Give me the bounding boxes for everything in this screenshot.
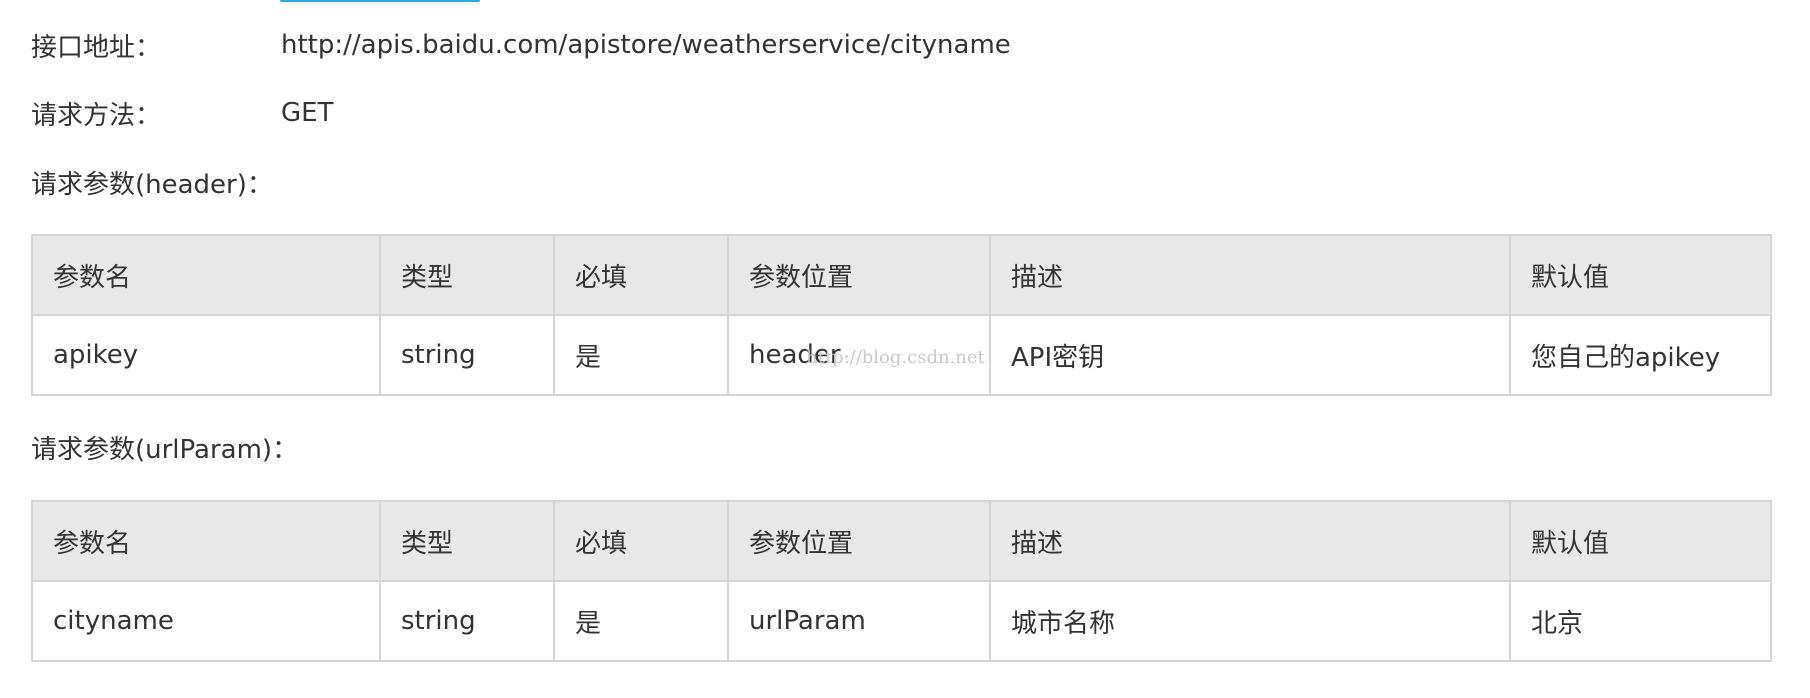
column-header-name: 参数名: [31, 234, 381, 316]
urlparam-params-table: 参数名 类型 必填 参数位置 描述 默认值 cityname string 是 …: [31, 500, 1772, 662]
cell-param-description: 城市名称: [989, 580, 1511, 662]
cell-param-default: 北京: [1509, 580, 1772, 662]
endpoint-row: 接口地址： http://apis.baidu.com/apistore/wea…: [31, 25, 1011, 65]
cell-param-location: header: [727, 314, 991, 396]
table-row: apikey string 是 header API密钥 您自己的apikey: [31, 314, 1772, 396]
column-header-description: 描述: [989, 500, 1511, 582]
column-header-location: 参数位置: [727, 234, 991, 316]
urlparam-params-title: 请求参数(urlParam)：: [31, 435, 299, 465]
column-header-required: 必填: [553, 500, 729, 582]
top-accent-bar: [280, 0, 480, 2]
cell-param-type: string: [379, 314, 555, 396]
cell-param-default: 您自己的apikey: [1509, 314, 1772, 396]
method-value: GET: [281, 98, 334, 128]
header-params-title: 请求参数(header)：: [31, 170, 273, 200]
table-header-row: 参数名 类型 必填 参数位置 描述 默认值: [31, 500, 1772, 582]
cell-param-type: string: [379, 580, 555, 662]
table-row: cityname string 是 urlParam 城市名称 北京: [31, 580, 1772, 662]
endpoint-label: 接口地址：: [31, 32, 162, 63]
method-label: 请求方法：: [31, 100, 162, 131]
cell-param-name: apikey: [31, 314, 381, 396]
api-doc-page: 接口地址： http://apis.baidu.com/apistore/wea…: [0, 0, 1810, 698]
column-header-location: 参数位置: [727, 500, 991, 582]
cell-param-location: urlParam: [727, 580, 991, 662]
column-header-name: 参数名: [31, 500, 381, 582]
column-header-default: 默认值: [1509, 234, 1772, 316]
method-row: 请求方法： GET: [31, 93, 333, 133]
cell-param-name: cityname: [31, 580, 381, 662]
cell-param-required: 是: [553, 580, 729, 662]
column-header-type: 类型: [379, 234, 555, 316]
column-header-default: 默认值: [1509, 500, 1772, 582]
cell-param-required: 是: [553, 314, 729, 396]
column-header-type: 类型: [379, 500, 555, 582]
cell-param-description: API密钥: [989, 314, 1511, 396]
column-header-description: 描述: [989, 234, 1511, 316]
table-header-row: 参数名 类型 必填 参数位置 描述 默认值: [31, 234, 1772, 316]
endpoint-url: http://apis.baidu.com/apistore/weatherse…: [281, 30, 1011, 60]
header-params-table: 参数名 类型 必填 参数位置 描述 默认值 apikey string 是 he…: [31, 234, 1772, 396]
column-header-required: 必填: [553, 234, 729, 316]
